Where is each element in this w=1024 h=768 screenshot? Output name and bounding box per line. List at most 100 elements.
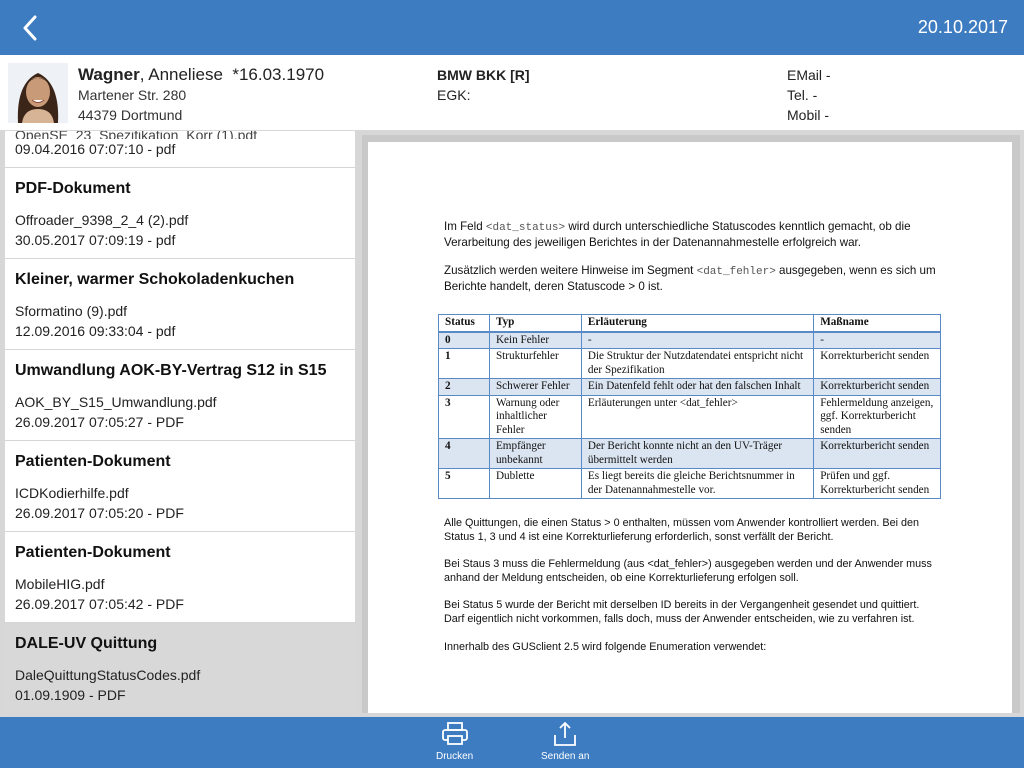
document-title: Patienten-Dokument	[15, 453, 171, 470]
document-date: 12.09.2016 09:33:04 - pdf	[15, 323, 176, 339]
send-button[interactable]: Senden an	[541, 721, 589, 762]
table-cell: 5	[438, 468, 490, 499]
share-icon	[554, 722, 577, 746]
bottom-toolbar: Drucken Senden an	[0, 717, 1024, 768]
patient-last-name: Wagner	[78, 65, 140, 84]
patient-first-name: Anneliese	[148, 65, 223, 84]
list-item-selected[interactable]: DALE-UV Quittung DaleQuittungStatusCodes…	[5, 623, 355, 713]
document-file: Sformatino (9).pdf	[15, 303, 128, 319]
list-item[interactable]: OpenSE_23_Spezifikation_Korr (1).pdf 09.…	[5, 131, 355, 168]
printer-icon	[441, 722, 468, 745]
patient-birthdate: *16.03.1970	[232, 65, 325, 84]
patient-tel: Tel. -	[787, 87, 818, 103]
patient-avatar	[8, 63, 68, 123]
document-file-cut: OpenSE_23_Spezifikation_Korr (1).pdf	[15, 131, 258, 139]
table-row: 3 Warnung oder inhaltlicher Fehler Erläu…	[438, 394, 941, 439]
table-cell: Strukturfehler	[488, 348, 582, 379]
table-row: 0 Kein Fehler - -	[438, 330, 941, 349]
table-row: 1 Strukturfehler Die Struktur der Nutzda…	[438, 348, 941, 379]
name-separator: ,	[139, 65, 149, 84]
patient-city: 44379 Dortmund	[78, 107, 183, 123]
table-cell: Die Struktur der Nutzdatendatei entspric…	[580, 348, 815, 379]
table-cell: 0	[438, 330, 490, 349]
pdf-paragraph-3: Alle Quittungen, die einen Status > 0 en…	[444, 517, 920, 543]
list-item[interactable]: Patienten-Dokument ICDKodierhilfe.pdf 26…	[5, 441, 355, 532]
patient-address-block: Wagner, Anneliese *16.03.1970 Martener S…	[78, 65, 324, 125]
chevron-left-icon	[23, 15, 37, 41]
table-cell: Fehlermeldung anzeigen, ggf. Korrekturbe…	[813, 394, 941, 439]
document-date: 26.09.2017 07:05:42 - PDF	[15, 596, 184, 612]
print-label: Drucken	[436, 751, 474, 762]
document-title: Kleiner, warmer Schokoladenkuchen	[15, 271, 295, 288]
table-cell: Empfänger unbekannt	[488, 438, 582, 469]
table-header-cell: Status	[438, 314, 490, 332]
content-area: OpenSE_23_Spezifikation_Korr (1).pdf 09.…	[0, 131, 1024, 717]
table-cell: Ein Datenfeld fehlt oder hat den falsche…	[580, 378, 815, 396]
pdf-paragraph-2: Zusätzlich werden weitere Hinweise im Se…	[444, 264, 942, 294]
code-text: <dat_status>	[485, 222, 566, 234]
table-cell: Korrekturbericht senden	[813, 378, 941, 396]
table-cell: Schwerer Fehler	[488, 378, 582, 396]
patient-egk: EGK:	[437, 87, 471, 103]
text: Im Feld	[444, 220, 486, 233]
document-list[interactable]: OpenSE_23_Spezifikation_Korr (1).pdf 09.…	[5, 131, 355, 713]
table-row: 2 Schwerer Fehler Ein Datenfeld fehlt od…	[438, 378, 941, 396]
table-header-cell: Maßname	[813, 314, 941, 332]
table-cell: Erläuterungen unter <dat_fehler>	[580, 394, 815, 439]
table-cell: Der Bericht konnte nicht an den UV-Träge…	[580, 438, 815, 469]
patient-contact-block: EMail - Tel. - Mobil -	[787, 65, 831, 125]
patient-header: Wagner, Anneliese *16.03.1970 Martener S…	[0, 55, 1024, 131]
table-header-cell: Typ	[488, 314, 582, 332]
list-item[interactable]: Umwandlung AOK-BY-Vertrag S12 in S15 AOK…	[5, 350, 355, 441]
list-item[interactable]: Patienten-Dokument MobileHIG.pdf 26.09.2…	[5, 532, 355, 623]
patient-insurance: BMW BKK [R]	[437, 67, 530, 83]
document-file: AOK_BY_S15_Umwandlung.pdf	[15, 394, 217, 410]
nav-bar: 20.10.2017	[0, 0, 1024, 55]
document-title: Patienten-Dokument	[15, 544, 171, 561]
document-date: 26.09.2017 07:05:20 - PDF	[15, 505, 184, 521]
table-cell: Es liegt bereits die gleiche Berichtsnum…	[580, 468, 815, 499]
table-cell: Kein Fehler	[488, 330, 582, 349]
pdf-viewer[interactable]: Im Feld <dat_status> wird durch untersch…	[362, 135, 1020, 713]
document-title: PDF-Dokument	[15, 180, 131, 197]
list-item[interactable]: Kleiner, warmer Schokoladenkuchen Sforma…	[5, 259, 355, 350]
table-row: 5 Dublette Es liegt bereits die gleiche …	[438, 468, 941, 499]
pdf-page: Im Feld <dat_status> wird durch untersch…	[368, 142, 1012, 713]
document-file: Offroader_9398_2_4 (2).pdf	[15, 212, 189, 228]
pdf-paragraph-1: Im Feld <dat_status> wird durch untersch…	[444, 220, 942, 250]
document-title: DALE-UV Quittung	[15, 635, 158, 652]
patient-mobil: Mobil -	[787, 107, 830, 123]
table-row: 4 Empfänger unbekannt Der Bericht konnte…	[438, 438, 941, 469]
list-item[interactable]: PDF-Dokument Offroader_9398_2_4 (2).pdf …	[5, 168, 355, 259]
table-cell: -	[580, 330, 815, 349]
patient-email: EMail -	[787, 67, 831, 83]
table-header-cell: Erläuterung	[580, 314, 815, 332]
patient-name: Wagner, Anneliese *16.03.1970	[78, 65, 324, 85]
table-cell: Warnung oder inhaltlicher Fehler	[488, 394, 582, 439]
back-button[interactable]	[14, 10, 46, 46]
table-cell: 1	[438, 348, 490, 379]
patient-street: Martener Str. 280	[78, 87, 187, 103]
table-cell: Korrekturbericht senden	[813, 438, 941, 469]
table-cell: 4	[438, 438, 490, 469]
document-file: MobileHIG.pdf	[15, 576, 105, 592]
table-cell: Korrekturbericht senden	[813, 348, 941, 379]
status-code-table: Status Typ Erläuterung Maßname 0 Kein Fe…	[438, 314, 941, 499]
print-button[interactable]: Drucken	[436, 721, 473, 762]
text: Zusätzlich werden weitere Hinweise im Se…	[444, 264, 697, 277]
table-cell: 3	[438, 394, 490, 439]
table-cell: Dublette	[488, 468, 582, 499]
patient-insurance-block: BMW BKK [R] EGK:	[437, 65, 530, 105]
table-header-row: Status Typ Erläuterung Maßname	[438, 314, 941, 332]
document-file: DaleQuittungStatusCodes.pdf	[15, 667, 201, 683]
table-cell: Prüfen und ggf. Korrekturbericht senden	[813, 468, 941, 499]
document-date: 26.09.2017 07:05:27 - PDF	[15, 414, 184, 430]
document-file: ICDKodierhilfe.pdf	[15, 485, 129, 501]
pdf-paragraph-6: Innerhalb des GUSclient 2.5 wird folgend…	[444, 640, 767, 653]
document-date: 30.05.2017 07:09:19 - pdf	[15, 232, 176, 248]
send-label: Senden an	[541, 751, 590, 762]
table-cell: -	[813, 330, 941, 349]
pdf-paragraph-5: Bei Status 5 wurde der Bericht mit derse…	[444, 599, 920, 625]
document-date: 01.09.1909 - PDF	[15, 687, 126, 703]
code-text: <dat_fehler>	[696, 266, 776, 278]
